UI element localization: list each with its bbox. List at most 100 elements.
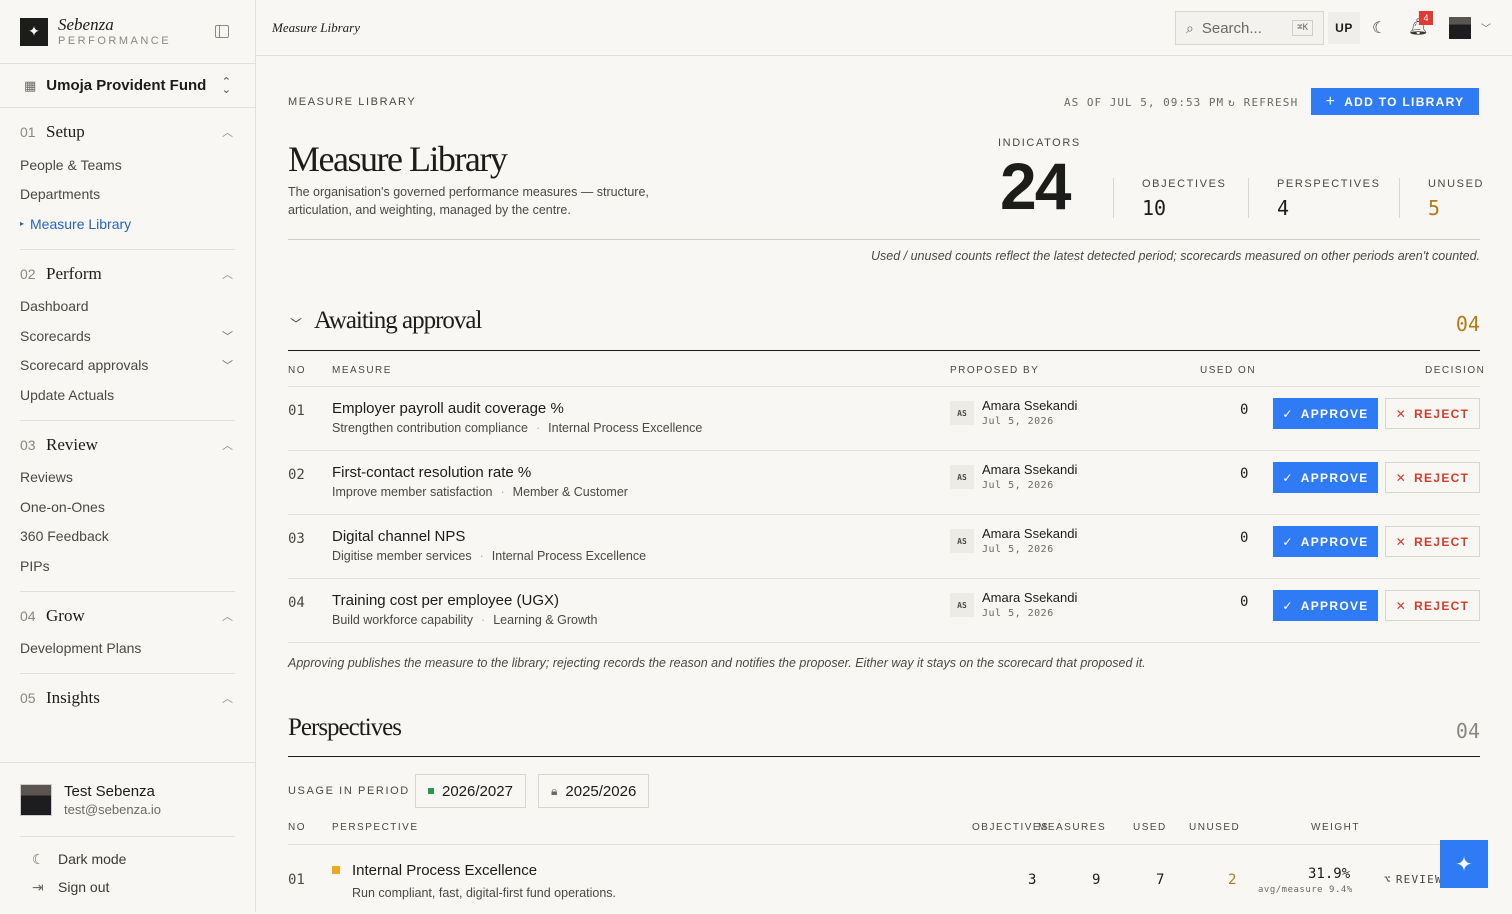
measure-objective: Digitise member services (332, 549, 472, 563)
stat-divider (1248, 178, 1249, 218)
proposed-date: Jul 5, 2026 (982, 608, 1054, 619)
chevron-down-icon[interactable]: ﹀ (290, 315, 302, 332)
sidebar-collapse-icon[interactable] (215, 25, 229, 38)
measure-perspective: Member & Customer (512, 485, 628, 499)
org-name: Umoja Provident Fund (46, 77, 207, 94)
period-chip-previous[interactable]: 🔒︎ 2025/2026 (538, 774, 650, 808)
sidebar-item-scorecards[interactable]: Scorecards ﹀ (20, 321, 235, 351)
measure-name[interactable]: First-contact resolution rate % (332, 464, 531, 481)
nav-group-perform: 02 Perform ︿ Dashboard Scorecards ﹀ Score… (20, 250, 235, 421)
user-email: test@sebenza.io (64, 801, 162, 817)
nav-group-header[interactable]: 02 Perform ︿ (20, 262, 235, 286)
sidebar-item-pips[interactable]: PIPs (20, 551, 235, 581)
stat-value: 4 (1277, 196, 1290, 220)
user-profile[interactable]: Test Sebenza test@sebenza.io (20, 763, 235, 837)
measure-name[interactable]: Digital channel NPS (332, 528, 465, 545)
nav-group-title: Grow (46, 605, 85, 625)
notification-count: 4 (1419, 11, 1433, 25)
stat-label: PERSPECTIVES (1277, 178, 1381, 190)
chevron-up-icon: ︿ (222, 610, 233, 623)
sidebar-item-scorecard-approvals[interactable]: Scorecard approvals ﹀ (20, 351, 235, 381)
sign-out-button[interactable]: ⇥ Sign out (20, 873, 235, 901)
avatar: AS (950, 529, 974, 553)
approve-button[interactable]: ✓ APPROVE (1273, 590, 1378, 621)
close-icon: ✕ (1395, 470, 1408, 485)
measure-name[interactable]: Training cost per employee (UGX) (332, 592, 559, 609)
sidebar-item-update-actuals[interactable]: Update Actuals (20, 380, 235, 410)
divider (288, 350, 1480, 351)
sidebar-item-dashboard[interactable]: Dashboard (20, 292, 235, 322)
refresh-button[interactable]: ↻ REFRESH (1228, 96, 1298, 109)
period-chip-current[interactable]: 2026/2027 (415, 774, 526, 808)
chevron-down-icon: ﹀ (222, 330, 233, 343)
search-input[interactable]: ⌕ Search... ⌘K (1175, 11, 1324, 45)
review-label: REVIEW (1395, 873, 1443, 886)
table-row: 04 Training cost per employee (UGX) Buil… (288, 579, 1480, 643)
workspace-badge[interactable]: UP (1328, 12, 1360, 44)
search-shortcut: ⌘K (1292, 20, 1313, 36)
reject-button[interactable]: ✕ REJECT (1385, 462, 1480, 493)
unused-count: 2 (1228, 872, 1237, 888)
measure-name[interactable]: Employer payroll audit coverage % (332, 400, 564, 417)
dark-mode-toggle[interactable]: ☾ Dark mode (20, 845, 235, 873)
theme-toggle-icon[interactable]: ☾ (1372, 18, 1386, 38)
add-to-library-button[interactable]: + ADD TO LIBRARY (1311, 88, 1479, 115)
approve-button[interactable]: ✓ APPROVE (1273, 398, 1378, 429)
status-square-icon (428, 788, 434, 794)
stat-label: OBJECTIVES (1142, 178, 1227, 190)
approve-button[interactable]: ✓ APPROVE (1273, 526, 1378, 557)
chevron-down-icon: ﹀ (222, 360, 233, 373)
proposer-name: Amara Ssekandi (982, 526, 1078, 541)
nav-group-number: 04 (20, 607, 36, 624)
topbar: Measure Library ⌕ Search... ⌘K UP ☾ 🔔︎ 4… (256, 0, 1512, 56)
sidebar-item-people-teams[interactable]: People & Teams (20, 150, 235, 180)
refresh-label: REFRESH (1243, 96, 1299, 109)
proposed-date: Jul 5, 2026 (982, 480, 1054, 491)
table-row[interactable]: 01 Internal Process Excellence Run compl… (288, 844, 1480, 914)
assistant-sparkle-button[interactable]: ✦ (1440, 840, 1488, 888)
nav-group-header[interactable]: 04 Grow ︿ (20, 604, 235, 628)
org-switcher[interactable]: ▦ Umoja Provident Fund ⌃ ⌄ (0, 64, 255, 108)
nav-group-header[interactable]: 01 Setup ︿ (20, 120, 235, 144)
row-number: 01 (288, 872, 305, 888)
table-row: 03 Digital channel NPS Digitise member s… (288, 515, 1480, 579)
approve-label: APPROVE (1300, 470, 1369, 485)
reject-button[interactable]: ✕ REJECT (1385, 590, 1480, 621)
approve-button[interactable]: ✓ APPROVE (1273, 462, 1378, 493)
sign-out-label: Sign out (58, 879, 110, 895)
avatar: AS (950, 401, 974, 425)
review-link[interactable]: ⌥ REVIEW (1384, 873, 1443, 886)
breadcrumb[interactable]: Measure Library (272, 20, 360, 36)
sidebar-item-departments[interactable]: Departments (20, 180, 235, 210)
reject-button[interactable]: ✕ REJECT (1385, 526, 1480, 557)
measure-subtitle: Improve member satisfaction · Member & Cus… (332, 485, 628, 499)
used-on-count: 0 (1240, 594, 1249, 610)
chevron-down-icon[interactable]: ﹀ (1481, 20, 1491, 35)
perspectives-count: 04 (1455, 719, 1480, 743)
sidebar-item-measure-library[interactable]: ▸ Measure Library (20, 209, 235, 239)
sidebar-item-one-on-ones[interactable]: One-on-Ones (20, 492, 235, 522)
nav-group-title: Setup (46, 122, 85, 141)
sidebar-item-label: Departments (20, 186, 101, 203)
search-icon: ⌕ (1186, 19, 1194, 36)
weight-value: 31.9% (1308, 866, 1351, 882)
measure-perspective: Internal Process Excellence (491, 549, 647, 563)
plus-icon: + (1325, 92, 1337, 110)
avatar[interactable] (1449, 17, 1471, 39)
col-weight: WEIGHT (1311, 822, 1360, 833)
sidebar-item-development-plans[interactable]: Development Plans (20, 634, 235, 664)
divider (288, 756, 1480, 757)
row-number: 03 (288, 531, 305, 547)
sidebar-item-reviews[interactable]: Reviews (20, 463, 235, 493)
approval-footnote: Approving publishes the measure to the l… (288, 656, 1146, 670)
sidebar-item-label: People & Teams (20, 156, 122, 173)
separator-dot: · (500, 485, 505, 499)
indicators-label: INDICATORS (998, 137, 1081, 149)
awaiting-approval-title[interactable]: Awaiting approval (314, 307, 482, 335)
reject-button[interactable]: ✕ REJECT (1385, 398, 1480, 429)
measures-count: 9 (1092, 872, 1101, 888)
nav-group-header[interactable]: 05 Insights ︿ (20, 686, 235, 710)
nav-group-header[interactable]: 03 Review ︿ (20, 433, 235, 457)
sidebar-item-360-feedback[interactable]: 360 Feedback (20, 522, 235, 552)
counts-note: Used / unused counts reflect the latest … (871, 249, 1480, 263)
